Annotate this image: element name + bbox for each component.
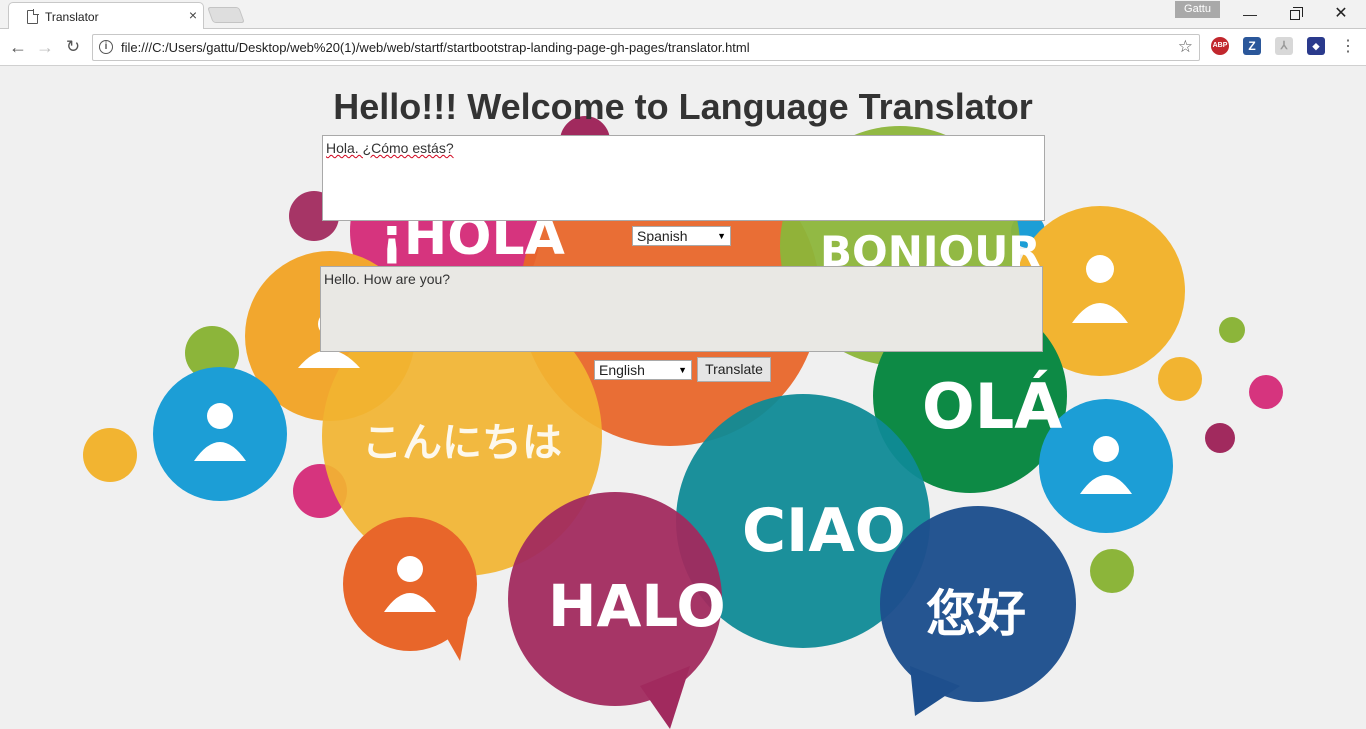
close-window-button[interactable]: ✕ xyxy=(1319,2,1363,26)
zotero-extension-icon[interactable]: Z xyxy=(1243,37,1261,55)
url-text[interactable]: file:///C:/Users/gattu/Desktop/web%20(1)… xyxy=(121,40,750,55)
bookmark-star-icon[interactable]: ☆ xyxy=(1178,37,1193,57)
reload-button[interactable]: ↻ xyxy=(61,35,85,59)
browser-tab-bar: Translator × Gattu — ✕ xyxy=(0,0,1366,30)
minimize-button[interactable]: — xyxy=(1228,2,1272,26)
target-language-value: English xyxy=(599,362,645,378)
page-title: Hello!!! Welcome to Language Translator xyxy=(333,86,1033,127)
restore-icon xyxy=(1290,7,1303,20)
svg-text:CIAO: CIAO xyxy=(742,496,906,566)
translated-text-area[interactable]: Hello. How are you? xyxy=(320,266,1043,352)
tab-title: Translator xyxy=(45,10,99,24)
target-language-select[interactable]: English ▼ xyxy=(594,360,692,380)
back-button[interactable]: ← xyxy=(6,35,30,59)
menu-icon[interactable]: ⋮ xyxy=(1340,37,1356,57)
svg-text:您好: 您好 xyxy=(926,585,1026,643)
restore-button[interactable] xyxy=(1273,2,1317,26)
forward-button[interactable]: → xyxy=(33,35,57,59)
adblock-extension-icon[interactable]: ABP xyxy=(1211,37,1229,55)
source-language-value: Spanish xyxy=(637,228,688,244)
document-icon xyxy=(27,10,38,24)
source-text: Hola. ¿Cómo estás? xyxy=(326,140,454,156)
browser-tab[interactable]: Translator × xyxy=(8,2,204,30)
source-text-area[interactable]: Hola. ¿Cómo estás? xyxy=(322,135,1045,221)
address-bar[interactable]: i file:///C:/Users/gattu/Desktop/web%20(… xyxy=(92,34,1200,61)
svg-text:HALO: HALO xyxy=(548,572,726,640)
tab-close-icon[interactable]: × xyxy=(185,7,201,23)
pdf-extension-icon[interactable]: ⅄ xyxy=(1275,37,1293,55)
new-tab-button[interactable] xyxy=(207,7,245,23)
dropdown-arrow-icon: ▼ xyxy=(678,365,687,375)
profile-badge[interactable]: Gattu xyxy=(1175,1,1220,18)
translated-text: Hello. How are you? xyxy=(324,271,451,287)
page-body: ¡HOLA BONJOUR OLÁ こんにちは CIAO HALO 您好 Hel… xyxy=(0,66,1366,729)
info-icon[interactable]: i xyxy=(99,40,113,54)
dropdown-arrow-icon: ▼ xyxy=(717,231,726,241)
browser-toolbar: ← → ↻ i file:///C:/Users/gattu/Desktop/w… xyxy=(0,29,1366,66)
svg-text:OLÁ: OLÁ xyxy=(922,370,1062,443)
source-language-select[interactable]: Spanish ▼ xyxy=(632,226,731,246)
extension-icon[interactable]: ◆ xyxy=(1307,37,1325,55)
translate-button[interactable]: Translate xyxy=(697,357,771,382)
svg-text:こんにちは: こんにちは xyxy=(362,420,562,466)
